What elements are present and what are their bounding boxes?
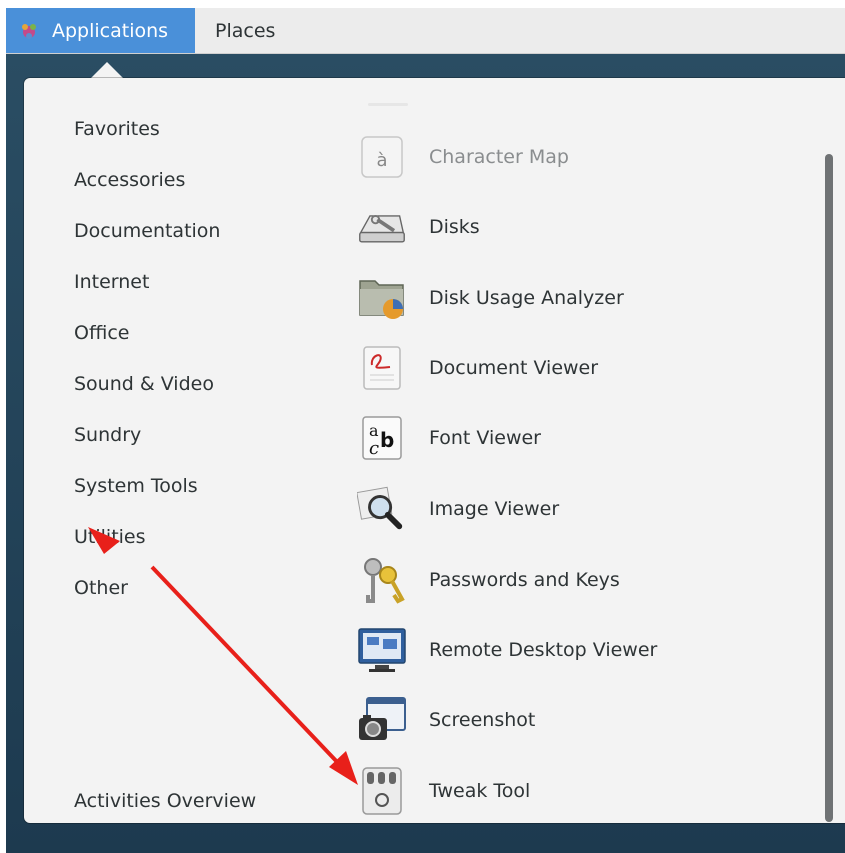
app-label: Image Viewer — [429, 498, 560, 520]
app-passwords-and-keys[interactable]: Passwords and Keys — [357, 554, 777, 606]
app-character-map[interactable]: à Character Map — [357, 131, 777, 183]
app-disks[interactable]: Disks — [357, 201, 777, 253]
tweak-tool-icon — [357, 766, 407, 816]
app-tweak-tool[interactable]: Tweak Tool — [357, 765, 777, 817]
app-remote-desktop-viewer[interactable]: Remote Desktop Viewer — [357, 624, 777, 676]
image-viewer-icon — [357, 484, 407, 534]
app-label: Disks — [429, 216, 480, 238]
category-sundry[interactable]: Sundry — [74, 420, 141, 450]
activities-overview[interactable]: Activities Overview — [74, 786, 256, 816]
app-label: Font Viewer — [429, 427, 541, 449]
app-disk-usage-analyzer[interactable]: Disk Usage Analyzer — [357, 272, 777, 324]
passwords-and-keys-icon — [357, 555, 407, 605]
category-favorites[interactable]: Favorites — [74, 114, 160, 144]
applications-label: Applications — [52, 19, 169, 42]
app-document-viewer[interactable]: Document Viewer — [357, 342, 777, 394]
font-viewer-icon: acb — [357, 413, 407, 463]
top-panel: Applications Places — [6, 8, 845, 54]
places-menu-button[interactable]: Places — [201, 8, 289, 53]
document-viewer-icon — [357, 343, 407, 393]
remote-desktop-viewer-icon — [357, 625, 407, 675]
app-label: Passwords and Keys — [429, 569, 620, 591]
app-label: Screenshot — [429, 709, 536, 731]
scrolled-item-edge — [368, 103, 408, 106]
category-sound-video[interactable]: Sound & Video — [74, 369, 214, 399]
character-map-icon: à — [357, 132, 407, 182]
app-image-viewer[interactable]: Image Viewer — [357, 483, 777, 535]
category-other[interactable]: Other — [74, 573, 128, 603]
disk-usage-analyzer-icon — [357, 273, 407, 323]
category-accessories[interactable]: Accessories — [74, 165, 185, 195]
gnome-foot-icon — [22, 23, 36, 39]
menu-pointer — [90, 62, 124, 79]
app-label: Tweak Tool — [429, 780, 531, 802]
places-label: Places — [215, 19, 276, 42]
category-documentation[interactable]: Documentation — [74, 216, 220, 246]
category-system-tools[interactable]: System Tools — [74, 471, 198, 501]
category-internet[interactable]: Internet — [74, 267, 149, 297]
app-label: Character Map — [429, 146, 569, 168]
svg-text:c: c — [369, 438, 379, 459]
screenshot-icon — [357, 695, 407, 745]
app-label: Disk Usage Analyzer — [429, 287, 624, 309]
svg-text:b: b — [380, 428, 394, 452]
app-screenshot[interactable]: Screenshot — [357, 694, 777, 746]
app-label: Remote Desktop Viewer — [429, 639, 658, 661]
category-utilities[interactable]: Utilities — [74, 522, 146, 552]
apps-scrollbar[interactable] — [825, 154, 833, 822]
disks-icon — [357, 202, 407, 252]
category-office[interactable]: Office — [74, 318, 129, 348]
svg-text:à: à — [376, 150, 387, 171]
app-label: Document Viewer — [429, 357, 599, 379]
app-font-viewer[interactable]: acb Font Viewer — [357, 412, 777, 464]
applications-menu-button[interactable]: Applications — [6, 8, 195, 53]
